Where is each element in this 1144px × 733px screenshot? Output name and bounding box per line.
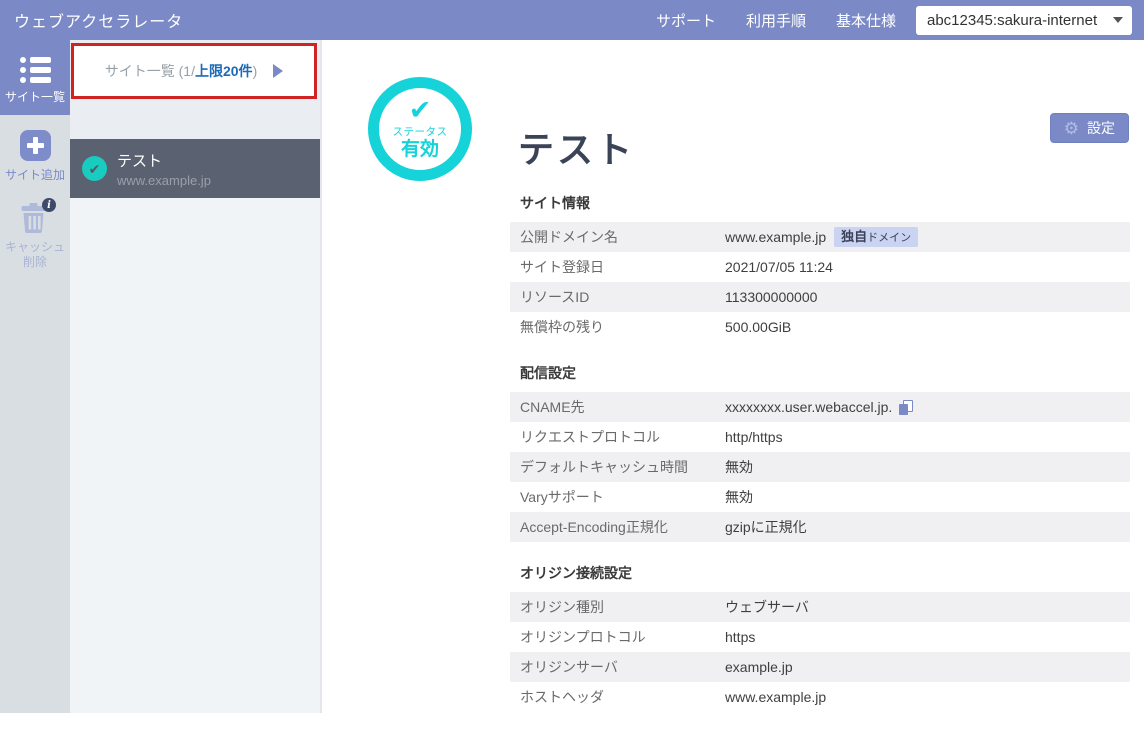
row-label: 無償枠の残り [510,317,725,337]
table-row: リソースID113300000000 [510,282,1130,312]
status-value: 有効 [401,139,439,161]
table-row: Accept-Encoding正規化gzipに正規化 [510,512,1130,542]
sidebar-item-site-list[interactable]: サイト一覧 [0,40,70,115]
site-name: テスト [117,150,211,171]
info-badge-icon[interactable]: i [42,198,56,212]
row-label: CNAME先 [510,397,725,417]
nav-link-usage-guide[interactable]: 利用手順 [746,10,806,31]
main-content: ✔ ステータス 有効 テスト ⚙ 設定 サイト情報公開ドメイン名www.exam… [322,40,1144,713]
sidebar-item-label: サイト一覧 [5,90,65,105]
app-title: ウェブアクセラレータ [14,8,183,32]
info-section: 配信設定CNAME先xxxxxxxx.user.webaccel.jp.リクエス… [510,363,1130,542]
row-value: 無効 [725,487,753,507]
row-value: 無効 [725,457,753,477]
site-list-count: サイト一覧 (1/上限20件) [105,61,257,81]
row-label: リソースID [510,287,725,307]
row-label: 公開ドメイン名 [510,227,725,247]
row-label: デフォルトキャッシュ時間 [510,457,725,477]
row-value: www.example.jp独自ドメイン [725,227,918,247]
site-status-check-icon: ✔ [82,156,107,181]
table-row: オリジン種別ウェブサーバ [510,592,1130,622]
sidebar-item-label: サイト追加 [5,168,65,183]
nav-link-support[interactable]: サポート [656,10,716,31]
topbar: ウェブアクセラレータ サポート 利用手順 基本仕様 abc12345:sakur… [0,0,1144,40]
nav-link-specs[interactable]: 基本仕様 [836,10,896,31]
row-label: サイト登録日 [510,257,725,277]
table-row: 公開ドメイン名www.example.jp独自ドメイン [510,222,1130,252]
table-row: 無償枠の残り500.00GiB [510,312,1130,342]
row-label: Varyサポート [510,487,725,507]
row-label: Accept-Encoding正規化 [510,517,725,537]
status-check-icon: ✔ [409,97,432,124]
row-value: 500.00GiB [725,319,791,335]
plus-icon [20,130,51,161]
account-label: abc12345:sakura-internet [927,12,1097,29]
settings-button-label: 設定 [1087,118,1115,138]
row-label: ホストヘッダ [510,687,725,707]
row-value: 2021/07/05 11:24 [725,259,833,275]
site-list-header[interactable]: サイト一覧 (1/上限20件) [71,43,317,99]
table-row: ホストヘッダwww.example.jp [510,682,1130,712]
sidebar-item-label: キャッシュ 削除 [5,240,65,270]
row-value: http/https [725,429,783,445]
table-row: オリジンプロトコルhttps [510,622,1130,652]
section-title: サイト情報 [510,193,1130,213]
settings-button[interactable]: ⚙ 設定 [1050,113,1129,143]
table-row: CNAME先xxxxxxxx.user.webaccel.jp. [510,392,1130,422]
site-list-panel: サイト一覧 (1/上限20件) ✔ テスト www.example.jp [70,40,322,713]
sidebar-item-add-site[interactable]: サイト追加 [0,115,70,183]
section-title: オリジン接続設定 [510,563,1130,583]
row-value: gzipに正規化 [725,517,807,537]
status-label: ステータス [393,124,448,139]
row-value: ウェブサーバ [725,597,809,617]
account-dropdown[interactable]: abc12345:sakura-internet [916,6,1132,35]
row-value: https [725,629,755,645]
row-value: www.example.jp [725,689,826,705]
page-title: テスト [518,128,635,171]
table-row: リクエストプロトコルhttp/https [510,422,1130,452]
row-label: オリジンプロトコル [510,627,725,647]
site-limit-text: 上限20件 [195,63,253,79]
row-value: 113300000000 [725,289,817,305]
site-list-item-selected[interactable]: ✔ テスト www.example.jp [70,139,320,198]
copy-icon[interactable] [899,400,913,415]
top-nav: サポート 利用手順 基本仕様 [656,10,896,31]
chevron-down-icon [1113,17,1123,23]
site-domain: www.example.jp [117,173,211,188]
table-row: オリジンサーバexample.jp [510,652,1130,682]
row-label: リクエストプロトコル [510,427,725,447]
info-tables: サイト情報公開ドメイン名www.example.jp独自ドメインサイト登録日20… [510,193,1130,733]
row-value: xxxxxxxx.user.webaccel.jp. [725,399,913,415]
own-domain-badge: 独自ドメイン [834,227,918,247]
gear-icon: ⚙ [1064,120,1079,137]
list-icon [20,57,51,83]
section-title: 配信設定 [510,363,1130,383]
table-row: Varyサポート無効 [510,482,1130,512]
sidebar-item-cache-delete[interactable]: i キャッシュ 削除 [0,183,70,270]
status-badge: ✔ ステータス 有効 [368,77,472,181]
table-row: デフォルトキャッシュ時間無効 [510,452,1130,482]
row-label: オリジン種別 [510,597,725,617]
icon-sidebar: サイト一覧 サイト追加 i キャッシュ 削除 [0,40,70,713]
table-row: サイト登録日2021/07/05 11:24 [510,252,1130,282]
row-value: example.jp [725,659,793,675]
row-label: オリジンサーバ [510,657,725,677]
info-section: サイト情報公開ドメイン名www.example.jp独自ドメインサイト登録日20… [510,193,1130,342]
collapse-arrow-icon[interactable] [273,64,283,78]
info-section: オリジン接続設定オリジン種別ウェブサーバオリジンプロトコルhttpsオリジンサー… [510,563,1130,712]
